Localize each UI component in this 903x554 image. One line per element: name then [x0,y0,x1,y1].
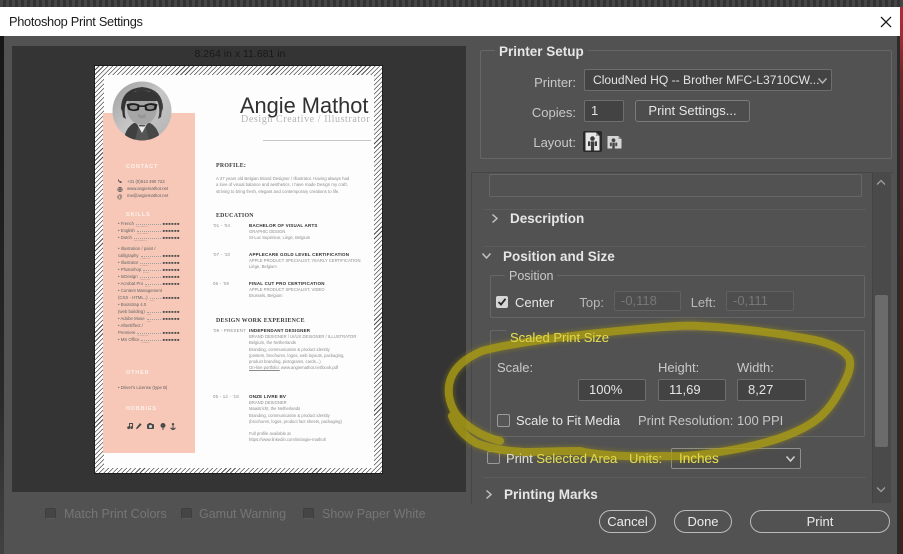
svg-text:@: @ [117,195,123,201]
